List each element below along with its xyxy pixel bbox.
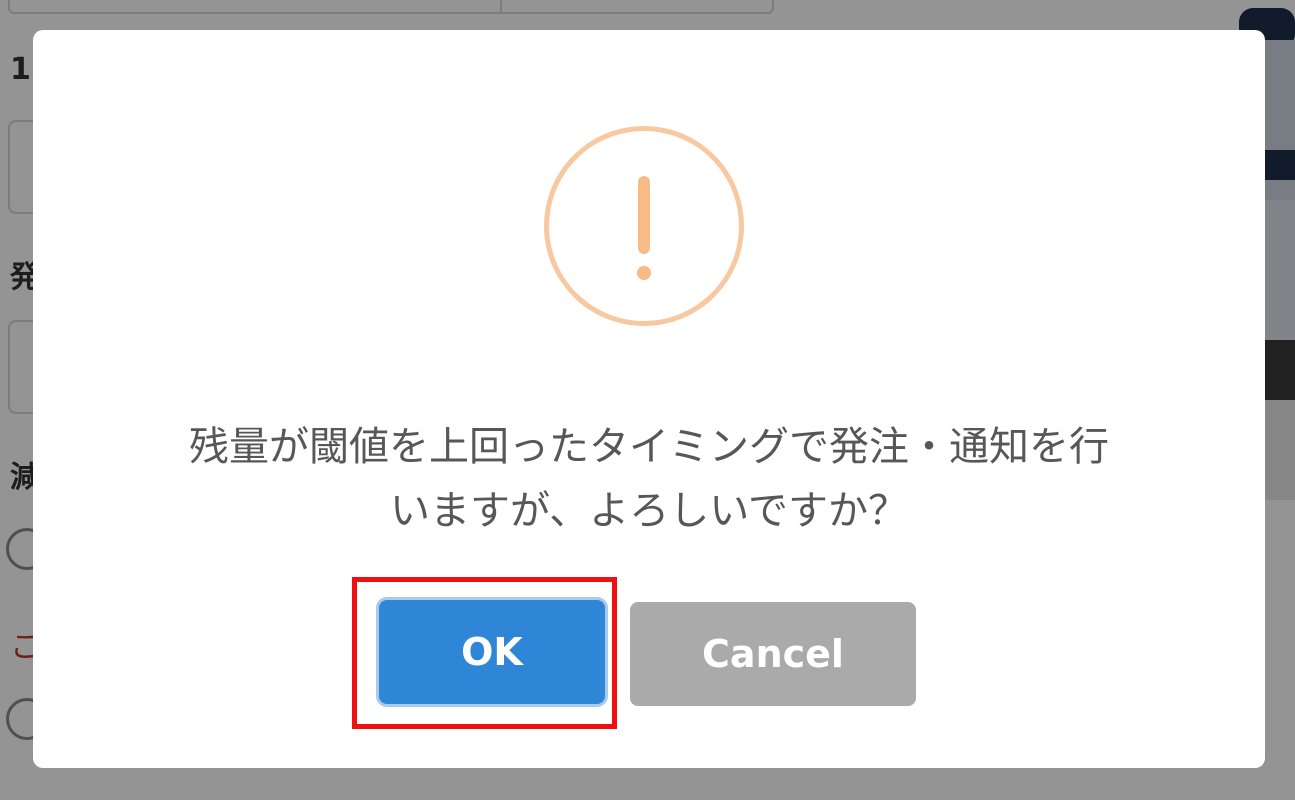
dialog-message: 残量が閾値を上回ったタイミングで発注・通知を行 いますが、よろしいですか？	[133, 415, 1165, 543]
confirm-dialog: 残量が閾値を上回ったタイミングで発注・通知を行 いますが、よろしいですか？ OK…	[33, 30, 1265, 768]
cancel-button[interactable]: Cancel	[630, 602, 916, 706]
ok-button[interactable]: OK	[379, 600, 605, 704]
dialog-message-line-1: 残量が閾値を上回ったタイミングで発注・通知を行	[189, 424, 1109, 470]
exclamation-dot	[637, 266, 651, 280]
page: 1 発 減 こ 残量が閾値を上回ったタイミングで発注・通知を行 いますが、よろし…	[0, 0, 1295, 800]
dialog-message-line-2: いますが、よろしいですか？	[390, 488, 908, 534]
warning-exclamation-icon	[544, 126, 744, 326]
exclamation-bar	[638, 176, 650, 254]
